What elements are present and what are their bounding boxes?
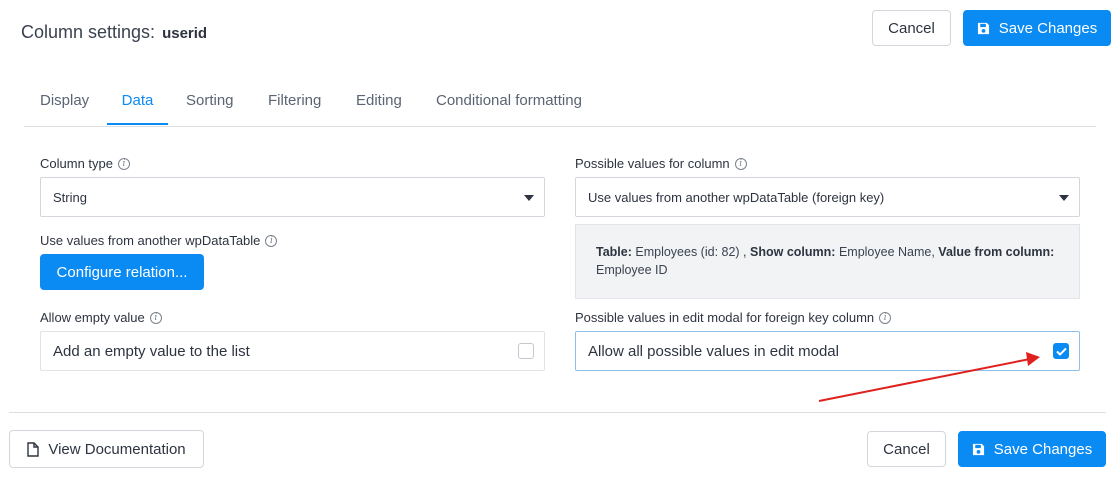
view-documentation-button[interactable]: View Documentation <box>9 430 204 468</box>
save-changes-bottom-label: Save Changes <box>993 440 1093 458</box>
view-documentation-label: View Documentation <box>48 440 186 458</box>
footer-divider <box>9 412 1106 413</box>
cancel-button-bottom-label: Cancel <box>883 440 930 458</box>
annotation-arrow <box>818 352 1040 402</box>
document-icon <box>27 441 40 457</box>
cancel-button-bottom[interactable]: Cancel <box>867 431 946 467</box>
save-changes-button-bottom[interactable]: Save Changes <box>958 431 1106 467</box>
floppy-disk-icon <box>972 443 985 456</box>
